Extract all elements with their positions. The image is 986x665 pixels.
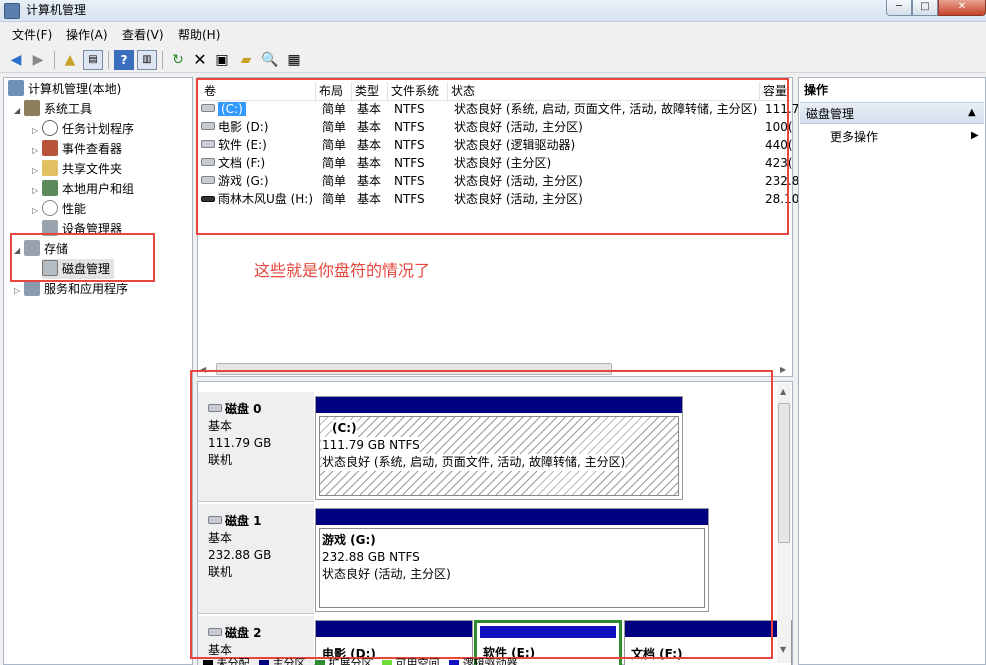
properties-icon[interactable]: ▣ xyxy=(212,50,232,70)
annotation-box-disks xyxy=(190,370,773,659)
maximize-button[interactable]: □ xyxy=(912,0,938,16)
actions-header: 操作 xyxy=(804,83,829,97)
tree-label: 共享文件夹 xyxy=(62,162,123,176)
close-button[interactable]: ✕ xyxy=(938,0,986,16)
search-icon[interactable]: 🔍 xyxy=(260,50,280,70)
toolbar: ◀ ▶ ▲ ▤ ? ▥ ↻ ✕ ▣ ▰ 🔍 ▦ xyxy=(0,47,986,73)
tree-item-services[interactable]: ▷ 服务和应用程序 xyxy=(14,279,128,299)
more-actions-item[interactable]: 更多操作 xyxy=(830,128,878,146)
actions-pane: 操作 磁盘管理 ▲ 更多操作 ▶ xyxy=(798,77,986,665)
back-arrow-icon[interactable]: ◀ xyxy=(6,50,26,70)
tree-item-performance[interactable]: ▷ 性能 xyxy=(32,199,86,219)
computer-management-icon xyxy=(4,3,20,19)
legend-label: 扩展分区 xyxy=(328,657,373,665)
legend-label: 主分区 xyxy=(272,657,306,665)
show-pane-icon[interactable]: ▥ xyxy=(137,50,157,70)
services-icon xyxy=(24,280,40,296)
submenu-arrow-icon: ▶ xyxy=(971,130,979,141)
tree-item-local-users[interactable]: ▷ 本地用户和组 xyxy=(32,179,134,199)
toolbar-separator xyxy=(108,51,109,69)
scroll-right-icon[interactable]: ▶ xyxy=(780,365,786,374)
refresh-icon[interactable]: ↻ xyxy=(168,50,188,70)
toolbar-separator xyxy=(162,51,163,69)
menu-view[interactable]: 查看(V) xyxy=(122,27,164,43)
legend-swatch xyxy=(259,660,269,665)
event-viewer-icon xyxy=(42,140,58,156)
computer-icon xyxy=(8,80,24,96)
annotation-text: 这些就是你盘符的情况了 xyxy=(254,261,431,280)
scroll-thumb[interactable] xyxy=(778,403,790,543)
tree-item-task-scheduler[interactable]: ▷ 任务计划程序 xyxy=(32,119,134,139)
tree-label: 性能 xyxy=(62,202,87,216)
help-icon[interactable]: ? xyxy=(114,50,134,70)
legend: 未分配 主分区 扩展分区 可用空间 逻辑驱动器 xyxy=(203,656,773,665)
navigation-tree: 计算机管理(本地) ◢ 系统工具 ▷ 任务计划程序 ▷ 事件查看器 ▷ 共享文件夹 ▷ 本… xyxy=(3,77,193,665)
expanded-triangle-icon[interactable]: ◢ xyxy=(14,101,24,121)
minimize-button[interactable]: ─ xyxy=(886,0,912,16)
tree-item-shared-folders[interactable]: ▷ 共享文件夹 xyxy=(32,159,122,179)
export-icon[interactable]: ▦ xyxy=(284,50,304,70)
delete-icon[interactable]: ✕ xyxy=(190,50,210,70)
menu-action[interactable]: 操作(A) xyxy=(66,27,108,43)
actions-section-disk-management[interactable]: 磁盘管理 ▲ xyxy=(800,102,984,124)
scroll-down-icon[interactable]: ▼ xyxy=(780,645,786,654)
legend-swatch xyxy=(203,660,213,665)
vertical-scrollbar[interactable]: ▲ ▼ xyxy=(777,383,791,663)
tree-item-root[interactable]: 计算机管理(本地) xyxy=(8,79,121,99)
toolbar-separator xyxy=(54,51,55,69)
tree-label: 任务计划程序 xyxy=(62,122,135,136)
show-tree-icon[interactable]: ▤ xyxy=(83,50,103,70)
clock-icon xyxy=(42,120,58,136)
menu-help[interactable]: 帮助(H) xyxy=(178,27,220,43)
tree-item-event-viewer[interactable]: ▷ 事件查看器 xyxy=(32,139,122,159)
tree-label: 计算机管理(本地) xyxy=(28,82,122,96)
legend-swatch xyxy=(315,660,325,665)
collapsed-triangle-icon[interactable]: ▷ xyxy=(32,141,42,161)
collapsed-triangle-icon[interactable]: ▷ xyxy=(14,281,24,301)
collapsed-triangle-icon[interactable]: ▷ xyxy=(32,201,42,221)
legend-label: 逻辑驱动器 xyxy=(462,657,518,665)
performance-icon xyxy=(42,200,58,216)
collapsed-triangle-icon[interactable]: ▷ xyxy=(32,121,42,141)
tree-label: 服务和应用程序 xyxy=(44,282,129,296)
tools-icon xyxy=(24,100,40,116)
annotation-box-storage xyxy=(10,233,155,282)
scroll-up-icon[interactable]: ▲ xyxy=(780,387,786,396)
annotation-box-volumes xyxy=(196,78,789,235)
menu-file[interactable]: 文件(F) xyxy=(12,27,52,43)
tree-item-system-tools[interactable]: ◢ 系统工具 xyxy=(14,99,92,119)
title-bar: 计算机管理 ─ □ ✕ xyxy=(0,0,986,22)
tree-label: 本地用户和组 xyxy=(62,182,135,196)
window-title: 计算机管理 xyxy=(26,3,87,17)
section-label: 磁盘管理 xyxy=(806,107,855,121)
up-folder-icon[interactable]: ▲ xyxy=(60,50,80,70)
legend-label: 未分配 xyxy=(216,657,250,665)
legend-swatch xyxy=(382,660,392,665)
shared-folder-icon xyxy=(42,160,58,176)
open-icon[interactable]: ▰ xyxy=(236,50,256,70)
menu-bar: 文件(F) 操作(A) 查看(V) 帮助(H) xyxy=(0,24,986,46)
forward-arrow-icon[interactable]: ▶ xyxy=(28,50,48,70)
collapsed-triangle-icon[interactable]: ▷ xyxy=(32,161,42,181)
users-icon xyxy=(42,180,58,196)
collapsed-triangle-icon[interactable]: ▷ xyxy=(32,181,42,201)
tree-label: 系统工具 xyxy=(44,102,93,116)
legend-label: 可用空间 xyxy=(395,657,440,665)
tree-label: 事件查看器 xyxy=(62,142,123,156)
collapse-triangle-icon[interactable]: ▲ xyxy=(968,107,976,118)
legend-swatch xyxy=(449,660,459,665)
